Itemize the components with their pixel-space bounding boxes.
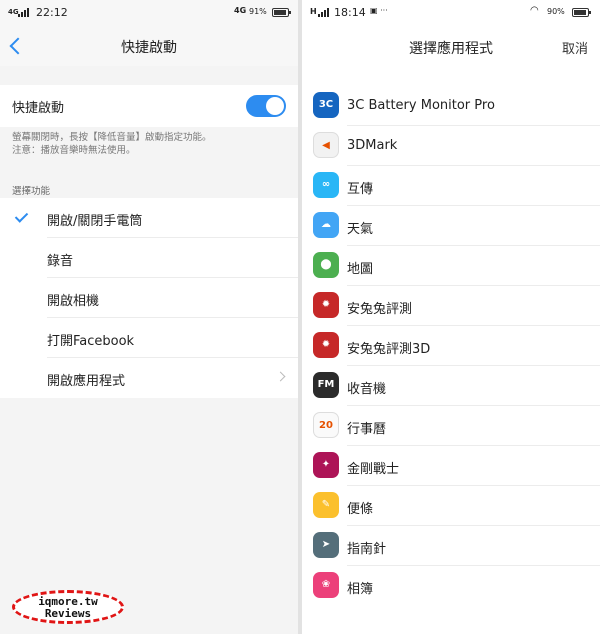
app-item[interactable]: ➤ 指南針 xyxy=(302,526,600,566)
3dmark-icon: ◀ xyxy=(313,132,339,158)
app-name: 指南針 xyxy=(347,542,387,557)
status-bar: 4G 22:12 4G 91% xyxy=(0,0,298,26)
option-record[interactable]: 錄音 xyxy=(0,238,298,278)
notes-icon: ✎ xyxy=(313,492,339,518)
app-item[interactable]: ❀ 相簿 xyxy=(302,566,600,606)
app-item[interactable]: ✦ 金剛戰士 xyxy=(302,446,600,486)
compass-icon: ➤ xyxy=(313,532,339,558)
page-title: 選擇應用程式 xyxy=(409,41,493,57)
option-camera[interactable]: 開啟相機 xyxy=(0,278,298,318)
watermark-line-2: Reviews xyxy=(44,607,92,620)
status-bar: H 18:14 ▣ ··· ◠ 90% xyxy=(302,0,600,26)
option-facebook[interactable]: 打開Facebook xyxy=(0,318,298,358)
option-label: 開啟相機 xyxy=(47,294,100,309)
app-name: 行事曆 xyxy=(347,422,387,437)
switch-knob xyxy=(266,97,284,115)
app-item[interactable]: ✹ 安兔兔評測 xyxy=(302,286,600,326)
description-line-1: 螢幕關閉時，長按【降低音量】啟動指定功能。 xyxy=(12,132,212,143)
option-label: 錄音 xyxy=(47,254,74,269)
gallery-icon: ❀ xyxy=(313,572,339,598)
app-name: 天氣 xyxy=(347,222,374,237)
function-list: 開啟/關閉手電筒 錄音 開啟相機 打開Facebook 開啟應用程式 xyxy=(0,198,298,398)
select-app-screen: H 18:14 ▣ ··· ◠ 90% 選擇應用程式 取消 3C 3C Batte… xyxy=(302,0,600,634)
battery-percent: 91% xyxy=(249,7,267,16)
app-item[interactable]: ∞ 互傳 xyxy=(302,166,600,206)
app-name: 安兔兔評測 xyxy=(347,302,413,317)
option-label: 打開Facebook xyxy=(47,334,135,349)
status-time: 18:14 xyxy=(334,6,366,19)
description-line-2: 注意：播放音樂時無法使用。 xyxy=(12,145,136,156)
option-label: 開啟/關閉手電筒 xyxy=(47,214,143,229)
app-name: 3DMark xyxy=(347,138,398,153)
nav-bar: 選擇應用程式 取消 xyxy=(302,26,600,66)
app-name: 金剛戰士 xyxy=(347,462,400,477)
cancel-button[interactable]: 取消 xyxy=(562,38,588,57)
app-item[interactable]: ◀ 3DMark xyxy=(302,126,600,166)
app-name: 便條 xyxy=(347,502,374,517)
battery-percent: 90% xyxy=(547,7,565,16)
nav-bar: 快捷啟動 xyxy=(0,26,298,66)
section-label: 選擇功能 xyxy=(12,186,51,197)
app-name: 安兔兔評測3D xyxy=(347,342,431,357)
antutu-3d-icon: ✹ xyxy=(313,332,339,358)
quick-launch-screen: 4G 22:12 4G 91% 快捷啟動 快捷啟動 螢幕關閉時，長按【降低音量】… xyxy=(0,0,298,634)
quick-launch-switch[interactable] xyxy=(246,95,286,117)
toggle-label: 快捷啟動 xyxy=(12,101,65,116)
app-item[interactable]: 3C 3C Battery Monitor Pro xyxy=(302,86,600,126)
check-icon xyxy=(14,209,29,223)
signal-icon xyxy=(18,8,32,17)
battery-icon xyxy=(272,8,291,17)
option-open-app[interactable]: 開啟應用程式 xyxy=(0,358,298,398)
transfer-icon: ∞ xyxy=(313,172,339,198)
radio-icon: FM xyxy=(313,372,339,398)
app-list: 3C 3C Battery Monitor Pro ◀ 3DMark ∞ 互傳 ☁ 天氣 ⬤ 地圖… xyxy=(302,86,600,606)
weather-icon: ☁ xyxy=(313,212,339,238)
battery-icon xyxy=(572,8,591,17)
app-item[interactable]: 20 行事曆 xyxy=(302,406,600,446)
option-label: 開啟應用程式 xyxy=(47,374,126,389)
app-item[interactable]: FM 收音機 xyxy=(302,366,600,406)
description: 螢幕關閉時，長按【降低音量】啟動指定功能。 注意：播放音樂時無法使用。 xyxy=(12,131,286,157)
chevron-right-icon xyxy=(275,371,286,382)
network-type: H xyxy=(310,7,317,16)
app-name: 互傳 xyxy=(347,182,374,197)
maps-icon: ⬤ xyxy=(313,252,339,278)
quick-launch-toggle-row[interactable]: 快捷啟動 xyxy=(0,85,298,127)
option-flashlight[interactable]: 開啟/關閉手電筒 xyxy=(0,198,298,238)
page-title: 快捷啟動 xyxy=(121,40,177,56)
app-item[interactable]: ☁ 天氣 xyxy=(302,206,600,246)
app-item[interactable]: ✹ 安兔兔評測3D xyxy=(302,326,600,366)
app-name: 收音機 xyxy=(347,382,387,397)
3c-battery-icon: 3C xyxy=(313,92,339,118)
app-item[interactable]: ✎ 便條 xyxy=(302,486,600,526)
antutu-icon: ✹ xyxy=(313,292,339,318)
watermark-logo: iqmore.tw Reviews xyxy=(12,590,124,624)
calendar-icon: 20 xyxy=(313,412,339,438)
network-4g: 4G xyxy=(234,6,247,15)
app-name: 地圖 xyxy=(347,262,374,277)
status-time: 22:12 xyxy=(36,6,68,19)
app-item[interactable]: ⬤ 地圖 xyxy=(302,246,600,286)
wifi-icon: ◠ xyxy=(530,5,539,16)
app-name: 相簿 xyxy=(347,582,374,597)
app-name: 3C Battery Monitor Pro xyxy=(347,98,495,113)
power-rangers-icon: ✦ xyxy=(313,452,339,478)
notification-icons: ▣ ··· xyxy=(370,6,388,15)
signal-icon xyxy=(318,8,332,17)
